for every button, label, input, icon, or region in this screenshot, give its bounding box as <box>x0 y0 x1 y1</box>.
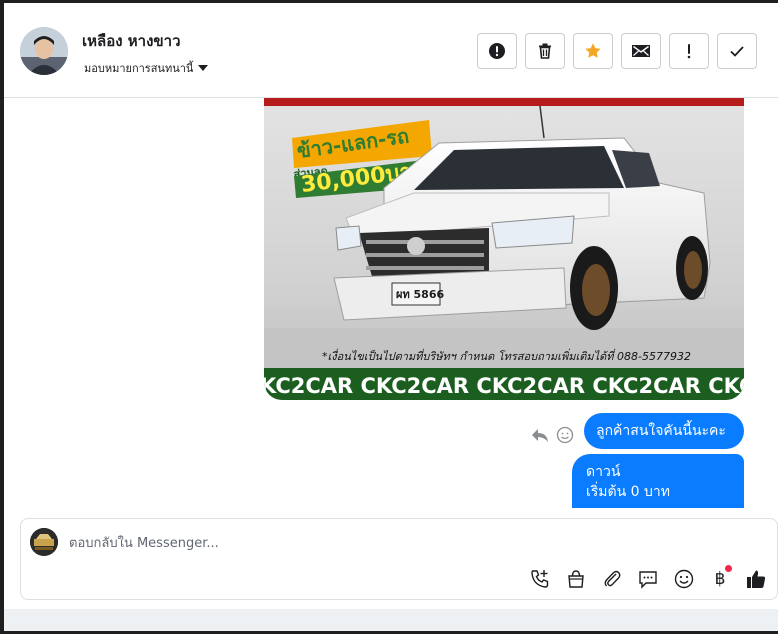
spam-alert-button[interactable] <box>477 33 517 69</box>
conversation-header: เหลือง หางขาว มอบหมายการสนทนานี้ <box>4 3 778 98</box>
like-icon[interactable] <box>742 565 770 593</box>
bottom-strip <box>4 609 778 631</box>
star-button[interactable] <box>573 33 613 69</box>
assign-conversation-dropdown[interactable]: มอบหมายการสนทนานี้ <box>84 59 209 77</box>
call-icon[interactable] <box>526 565 554 593</box>
promo-disclaimer: *เงื่อนไขเป็นไปตามที่บริษัทฯ กำหนด โทรสอ… <box>322 348 691 363</box>
exclamation-icon <box>687 44 691 59</box>
emoji-icon[interactable] <box>670 565 698 593</box>
message-bubble[interactable]: ลูกค้าสนใจคันนี้นะคะ <box>584 413 744 449</box>
message-bubble[interactable]: ดาวน์ เริ่มต้น 0 บาท <box>572 454 744 508</box>
mark-unread-button[interactable] <box>621 33 661 69</box>
page-avatar <box>30 528 58 556</box>
panel-resize-handle[interactable] <box>0 110 4 190</box>
mark-done-button[interactable] <box>717 33 757 69</box>
follow-up-button[interactable] <box>669 33 709 69</box>
notification-dot <box>725 565 732 572</box>
inbox-conversation-panel: เหลือง หางขาว มอบหมายการสนทนานี้ ข้าว-แล… <box>4 3 778 631</box>
message-line: เริ่มต้น 0 บาท <box>586 484 670 500</box>
baht-icon[interactable]: ฿ <box>706 565 734 593</box>
delete-button[interactable] <box>525 33 565 69</box>
trash-icon <box>539 43 551 59</box>
header-actions <box>477 33 757 69</box>
contact-avatar[interactable] <box>20 27 68 75</box>
reply-input[interactable] <box>69 533 669 553</box>
envelope-icon <box>632 45 650 57</box>
message-hover-tools <box>530 426 574 444</box>
reply-icon[interactable] <box>530 426 550 444</box>
promo-ribbon: KC2CAR CKC2CAR CKC2CAR CKC2CAR CKC2 <box>264 374 744 398</box>
star-icon <box>585 43 601 58</box>
checkmark-icon <box>730 46 744 57</box>
attachment-icon[interactable] <box>598 565 626 593</box>
assign-label: มอบหมายการสนทนานี้ <box>84 62 194 75</box>
chevron-down-icon <box>198 65 209 71</box>
baht-symbol: ฿ <box>714 569 726 589</box>
license-plate: ผท 5866 <box>396 288 444 301</box>
contact-name[interactable]: เหลือง หางขาว <box>82 29 181 53</box>
composer-toolbar: ฿ <box>526 565 770 593</box>
reply-composer: ฿ <box>20 518 778 600</box>
shop-icon[interactable] <box>562 565 590 593</box>
message-line: ดาวน์ <box>586 464 621 480</box>
promo-car-image[interactable]: ข้าว-แลก-รถ ส่วนลด 30,000บาท ผท 5866 *เง… <box>264 98 744 400</box>
message-thread: ข้าว-แลก-รถ ส่วนลด 30,000บาท ผท 5866 *เง… <box>4 98 778 508</box>
react-emoji-icon[interactable] <box>556 426 574 444</box>
alert-circle-icon <box>489 43 505 59</box>
saved-reply-icon[interactable] <box>634 565 662 593</box>
